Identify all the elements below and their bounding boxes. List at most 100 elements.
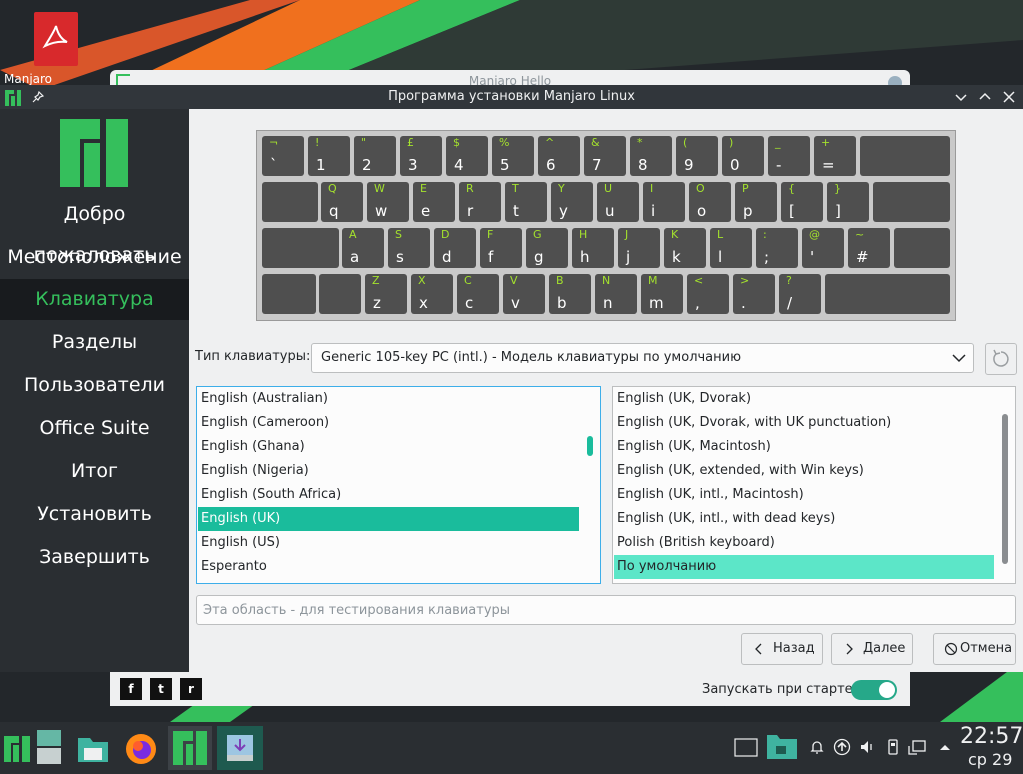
key-shift-label: ~ <box>855 228 865 241</box>
key-shift-label: V <box>510 274 518 287</box>
key-label: p <box>743 202 753 220</box>
key-shift-label: R <box>466 182 474 195</box>
keyboard-test-input[interactable] <box>196 595 1016 625</box>
volume-icon[interactable] <box>858 738 876 756</box>
key-label: w <box>375 202 388 220</box>
key-label: t <box>513 202 519 220</box>
keyboard-key: Kk <box>664 228 706 268</box>
key-label: 2 <box>362 156 372 174</box>
updates-icon[interactable] <box>833 738 851 756</box>
key-label: z <box>373 294 381 312</box>
key-label: x <box>419 294 428 312</box>
twitter-icon[interactable]: t <box>150 678 172 700</box>
list-item[interactable]: English (UK, Macintosh) <box>614 435 994 459</box>
title-bar[interactable]: Программа установки Manjaro Linux <box>0 85 1023 109</box>
key-shift-label: D <box>441 228 450 241</box>
key-shift-label: ¬ <box>269 136 279 149</box>
list-item[interactable]: English (Ghana) <box>198 435 579 459</box>
file-manager-button[interactable] <box>76 726 112 770</box>
key-shift-label: F <box>487 228 494 241</box>
clock-time[interactable]: 22:57 <box>960 724 1023 749</box>
storage-icon[interactable] <box>884 738 902 756</box>
firefox-button[interactable] <box>124 726 160 770</box>
key-label: h <box>580 248 590 266</box>
key-shift-label: P <box>742 182 749 195</box>
key-label: m <box>649 294 664 312</box>
key-shift-label: W <box>374 182 385 195</box>
chevron-down-icon <box>952 354 966 363</box>
list-item[interactable]: English (Cameroon) <box>198 411 579 435</box>
key-shift-label: $ <box>453 136 460 149</box>
key-shift-label: B <box>556 274 564 287</box>
key-shift-label: ! <box>315 136 320 149</box>
firefox-icon <box>126 734 156 764</box>
list-item[interactable]: Polish (British keyboard) <box>614 531 994 555</box>
window-list-icon[interactable] <box>734 738 758 757</box>
key-shift-label: M <box>648 274 658 287</box>
next-button[interactable]: Далее <box>831 633 913 665</box>
list-item[interactable]: English (UK, extended, with Win keys) <box>614 459 994 483</box>
keyboard-key <box>860 136 950 176</box>
clock-date[interactable]: ср 29 <box>968 750 1012 769</box>
list-item[interactable]: Esperanto <box>198 555 579 579</box>
list-item[interactable]: English (UK, intl., Macintosh) <box>614 483 994 507</box>
key-label: [ <box>789 202 795 220</box>
keyboard-key: Cc <box>457 274 499 314</box>
key-label: d <box>442 248 452 266</box>
list-item[interactable]: English (UK, Dvorak, with UK punctuation… <box>614 411 994 435</box>
autostart-toggle[interactable] <box>851 680 897 700</box>
facebook-icon[interactable]: f <box>120 678 142 700</box>
variant-list-scrollbar[interactable] <box>995 388 1015 582</box>
network-icon[interactable] <box>908 738 926 756</box>
keyboard-key: Rr <box>459 182 501 222</box>
keyboard-key: Mm <box>641 274 683 314</box>
key-shift-label: E <box>420 182 427 195</box>
keyboard-key: Ww <box>367 182 409 222</box>
manjaro-logo-icon <box>4 736 30 762</box>
close-icon[interactable] <box>999 87 1019 107</box>
maximize-icon[interactable] <box>975 87 995 107</box>
chevron-right-icon <box>846 643 853 655</box>
key-label: - <box>776 156 782 174</box>
scrollbar-thumb[interactable] <box>1002 414 1008 564</box>
variant-list[interactable]: English (UK, Dvorak) English (UK, Dvorak… <box>612 386 1016 584</box>
install-task-button[interactable] <box>217 726 263 770</box>
desktop-icon <box>37 730 61 764</box>
list-item[interactable]: English (UK, intl., with dead keys) <box>614 507 994 531</box>
autostart-label: Запускать при старте <box>702 682 853 697</box>
expand-tray-icon[interactable] <box>936 738 954 756</box>
scrollbar-thumb[interactable] <box>587 436 593 456</box>
list-item-selected[interactable]: По умолчанию <box>614 555 994 579</box>
list-item[interactable]: English (Nigeria) <box>198 459 579 483</box>
show-desktop-button[interactable] <box>36 726 64 770</box>
layout-list-scrollbar[interactable] <box>580 388 600 582</box>
list-item[interactable]: English (UK, Dvorak) <box>614 387 994 411</box>
minimize-icon[interactable] <box>951 87 971 107</box>
key-shift-label: " <box>361 136 367 149</box>
back-button[interactable]: Назад <box>741 633 823 665</box>
list-item[interactable]: English (US) <box>198 531 579 555</box>
installer-task-button[interactable] <box>168 726 212 770</box>
layout-list[interactable]: English (Australian) English (Cameroon) … <box>196 386 601 584</box>
application-menu-button[interactable] <box>4 726 32 770</box>
reddit-icon[interactable]: r <box>180 678 202 700</box>
key-shift-label: T <box>512 182 519 195</box>
list-item[interactable]: English (Australian) <box>198 387 579 411</box>
keyboard-type-select[interactable]: Generic 105-key PC (intl.) - Модель клав… <box>311 343 974 373</box>
key-label: c <box>465 294 474 312</box>
key-label: b <box>557 294 567 312</box>
keyboard-key: Ss <box>388 228 430 268</box>
keyboard-key: _ - <box>768 136 810 176</box>
list-item[interactable]: English (South Africa) <box>198 483 579 507</box>
list-item-selected[interactable]: English (UK) <box>198 507 579 531</box>
reset-keyboard-button[interactable] <box>985 343 1017 375</box>
cancel-button[interactable]: Отмена <box>933 633 1016 665</box>
pdf-desktop-icon[interactable] <box>34 12 78 66</box>
back-button-label: Назад <box>773 641 815 656</box>
notifications-icon[interactable] <box>808 738 826 756</box>
keyboard-key: Bb <box>549 274 591 314</box>
key-label: . <box>741 294 746 312</box>
key-label: e <box>421 202 431 220</box>
folder-icon[interactable] <box>766 732 798 760</box>
keyboard-key: Ee <box>413 182 455 222</box>
